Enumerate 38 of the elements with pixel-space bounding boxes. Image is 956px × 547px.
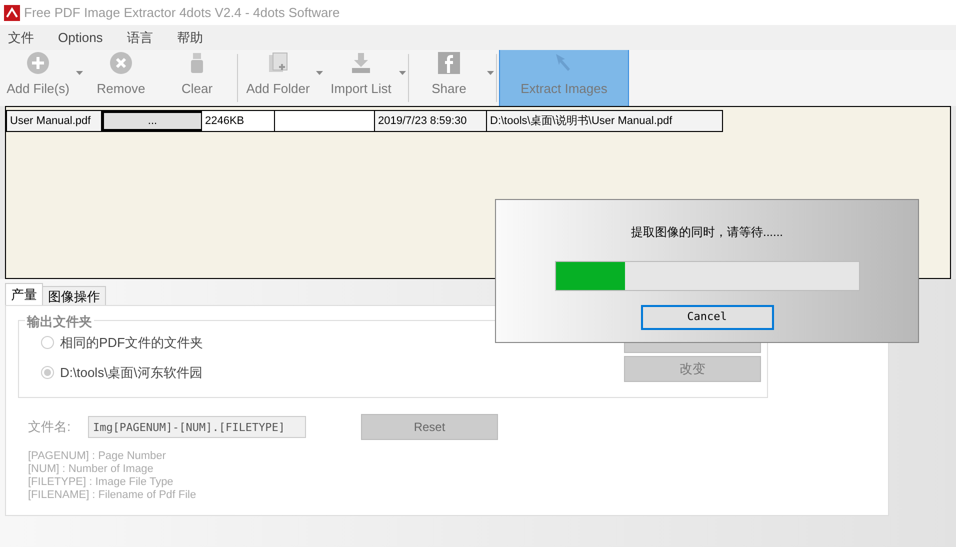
toolbar-button[interactable]: Import List [323,50,399,106]
table-cell: User Manual.pdf [7,111,102,131]
dropdown-caret-icon[interactable] [76,71,83,75]
table-cell[interactable]: ... [102,111,202,131]
app-icon [4,4,20,20]
radio-button[interactable] [41,366,54,379]
radio-label: 相同的PDF文件的文件夹 [60,334,203,352]
radio-button[interactable] [41,336,54,350]
hint-text: [NUM] : Number of Image [28,463,154,476]
dropdown-caret-icon[interactable] [487,71,494,75]
toolbar-button[interactable]: Remove [83,50,159,106]
menu-item[interactable]: 帮助 [176,28,203,48]
hint-text: [FILENAME] : Filename of Pdf File [28,489,198,502]
filename-label: 文件名: [28,418,72,436]
hint-text: [FILETYPE] : Image File Type [28,476,174,489]
hint-text: [PAGENUM] : Page Number [28,450,167,463]
toolbar-button[interactable]: Clear [159,50,235,106]
dropdown-caret-icon[interactable] [316,71,323,75]
folder-icon [266,50,290,74]
tab[interactable]: 图像操作 [42,286,106,305]
reset-button[interactable]: Reset [361,414,498,440]
group-legend: 输出文件夹 [25,312,94,332]
toolbar-button[interactable]: Share [411,50,487,106]
dropdown-caret-icon[interactable] [399,71,406,75]
menu-item[interactable]: Options [58,28,103,48]
toolbar-button[interactable]: Add File(s) [0,50,76,106]
progress-message: 提取图像的同时，请等待...... [630,224,783,241]
download-icon [349,50,373,74]
table-cell: 2019/7/23 8:59:30 [375,111,487,131]
menu-item[interactable]: 文件 [8,28,34,48]
cancel-button[interactable]: Cancel [640,305,774,330]
table-cell: D:\tools\桌面\说明书\User Manual.pdf [487,111,722,131]
filename-field[interactable]: Img[PAGENUM]-[NUM].[FILETYPE] [88,416,306,438]
toolbar-button[interactable]: Add Folder [240,50,316,106]
tab[interactable]: 产量 [5,283,43,305]
radio-label: D:\tools\桌面\河东软件园 [60,364,202,382]
window-title: Free PDF Image Extractor 4dots V2.4 - 4dots Software [24,4,340,22]
menu-item[interactable]: 语言 [126,28,153,48]
